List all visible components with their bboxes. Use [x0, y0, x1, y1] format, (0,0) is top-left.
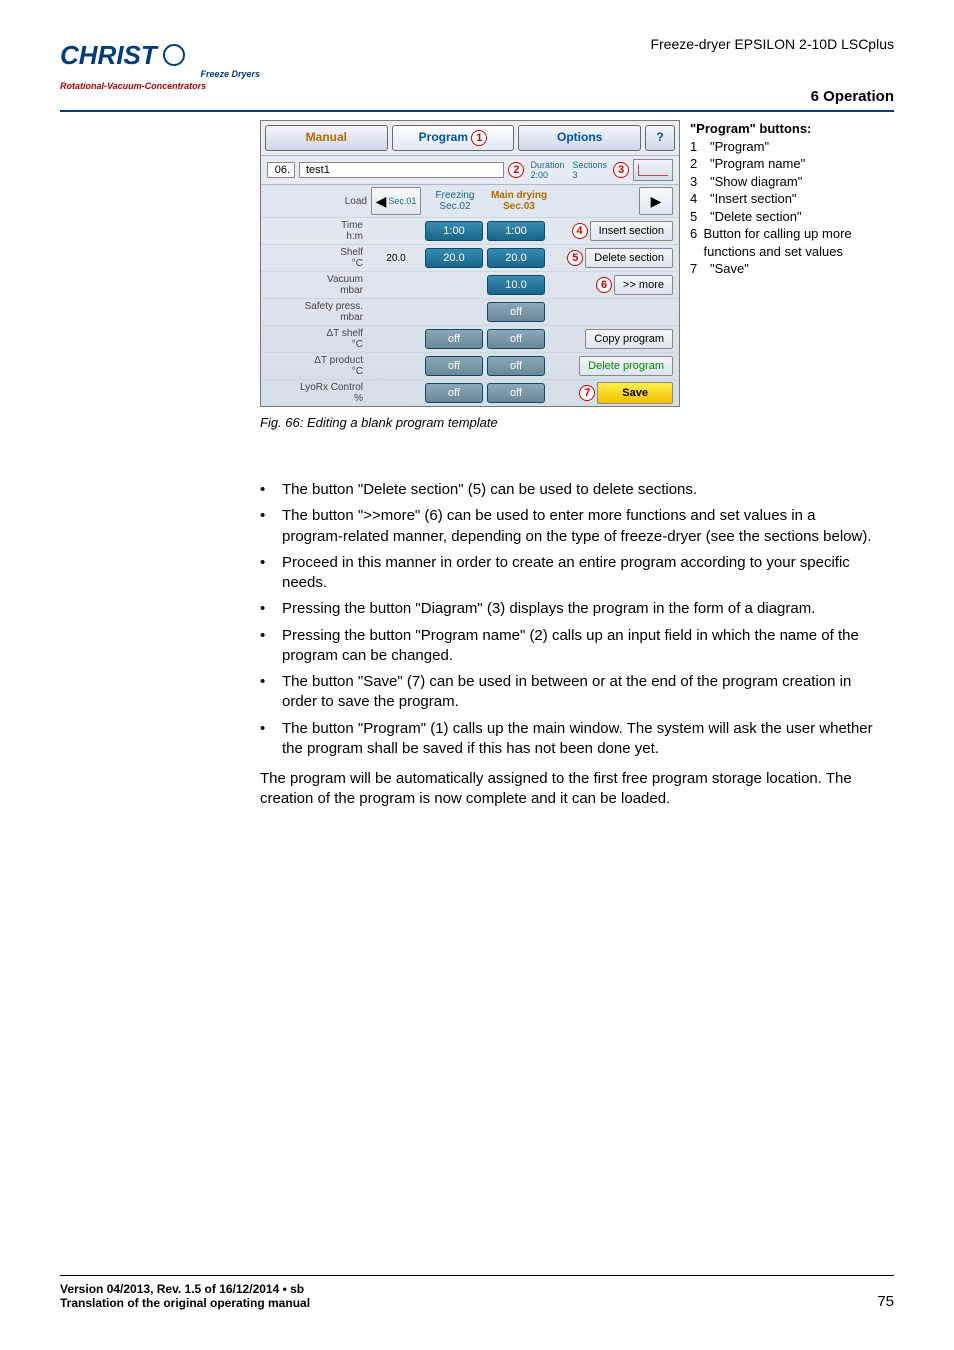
sections-label: Sections3	[570, 160, 609, 180]
safety-sec03[interactable]: off	[487, 302, 545, 322]
dtprod-label: ΔT product°C	[267, 355, 367, 377]
footer-version: Version 04/2013, Rev. 1.5 of 16/12/2014 …	[60, 1282, 310, 1296]
legend-title: "Program" buttons:	[690, 120, 900, 138]
tab-program-label: Program	[419, 130, 468, 144]
time-label: Timeh:m	[267, 220, 367, 242]
callout-4: 4	[572, 223, 588, 239]
list-item: The button "Program" (1) calls up the ma…	[282, 719, 880, 760]
sec03-header: Main dryingSec.03	[489, 190, 549, 212]
tab-options[interactable]: Options	[518, 125, 641, 151]
dtprod-sec03[interactable]: off	[487, 356, 545, 376]
show-diagram-button[interactable]	[633, 159, 673, 181]
page-number: 75	[877, 1293, 894, 1310]
body-text: •The button "Delete section" (5) can be …	[260, 480, 880, 810]
footer-translation: Translation of the original operating ma…	[60, 1296, 310, 1310]
time-sec03[interactable]: 1:00	[487, 221, 545, 241]
callout-7: 7	[579, 385, 595, 401]
duration-label: Duration2:00	[528, 160, 566, 180]
program-name-field[interactable]: test1	[299, 162, 504, 178]
lyorx-label: LyoRx Control%	[267, 382, 367, 404]
legend: "Program" buttons: 1"Program" 2"Program …	[690, 120, 900, 278]
next-section-button[interactable]: ▶	[639, 187, 673, 215]
brand-text: CHRIST	[60, 40, 157, 70]
shelf-sec03[interactable]: 20.0	[487, 248, 545, 268]
dtprod-sec02[interactable]: off	[425, 356, 483, 376]
dtshelf-label: ΔT shelf°C	[267, 328, 367, 350]
lyorx-sec02[interactable]: off	[425, 383, 483, 403]
callout-6: 6	[596, 277, 612, 293]
page-footer: Version 04/2013, Rev. 1.5 of 16/12/2014 …	[60, 1275, 894, 1310]
vacuum-label: Vacuummbar	[267, 274, 367, 296]
vacuum-sec03[interactable]: 10.0	[487, 275, 545, 295]
header-rule	[60, 110, 894, 112]
callout-2: 2	[508, 162, 524, 178]
callout-3: 3	[613, 162, 629, 178]
prev-section-button[interactable]: ◀Sec.01	[371, 187, 421, 215]
program-number: 06.	[267, 162, 295, 178]
tab-help[interactable]: ?	[645, 125, 675, 151]
gauge-icon	[163, 44, 185, 66]
list-item: Pressing the button "Diagram" (3) displa…	[282, 599, 880, 619]
doc-title: Freeze-dryer EPSILON 2-10D LSCplus	[650, 36, 894, 52]
safety-label: Safety press.mbar	[267, 301, 367, 323]
shelf-sec02[interactable]: 20.0	[425, 248, 483, 268]
delete-program-button[interactable]: Delete program	[579, 356, 673, 376]
screenshot-panel: Manual Program 1 Options ? 06. test1 2 D…	[260, 120, 680, 407]
callout-5: 5	[567, 250, 583, 266]
tab-program[interactable]: Program 1	[392, 125, 515, 151]
figure-caption: Fig. 66: Editing a blank program templat…	[260, 415, 900, 430]
brand-sub2: Rotational-Vacuum-Concentrators	[60, 81, 260, 91]
tab-manual[interactable]: Manual	[265, 125, 388, 151]
brand-logo: CHRIST Freeze Dryers Rotational-Vacuum-C…	[60, 40, 260, 91]
copy-program-button[interactable]: Copy program	[585, 329, 673, 349]
paragraph: The program will be automatically assign…	[260, 769, 880, 810]
load-label: Load	[267, 196, 367, 207]
dtshelf-sec03[interactable]: off	[487, 329, 545, 349]
shelf-load: 20.0	[371, 253, 421, 264]
more-button[interactable]: >> more	[614, 275, 673, 295]
delete-section-button[interactable]: Delete section	[585, 248, 673, 268]
list-item: The button "Delete section" (5) can be u…	[282, 480, 880, 500]
time-sec02[interactable]: 1:00	[425, 221, 483, 241]
lyorx-sec03[interactable]: off	[487, 383, 545, 403]
list-item: The button ">>more" (6) can be used to e…	[282, 506, 880, 547]
callout-1: 1	[471, 130, 487, 146]
insert-section-button[interactable]: Insert section	[590, 221, 673, 241]
list-item: Pressing the button "Program name" (2) c…	[282, 626, 880, 667]
dtshelf-sec02[interactable]: off	[425, 329, 483, 349]
list-item: The button "Save" (7) can be used in bet…	[282, 672, 880, 713]
list-item: Proceed in this manner in order to creat…	[282, 553, 880, 594]
save-button[interactable]: Save	[597, 382, 673, 404]
shelf-label: Shelf°C	[267, 247, 367, 269]
sec02-header: FreezingSec.02	[425, 190, 485, 212]
section-heading: 6 Operation	[811, 88, 894, 105]
